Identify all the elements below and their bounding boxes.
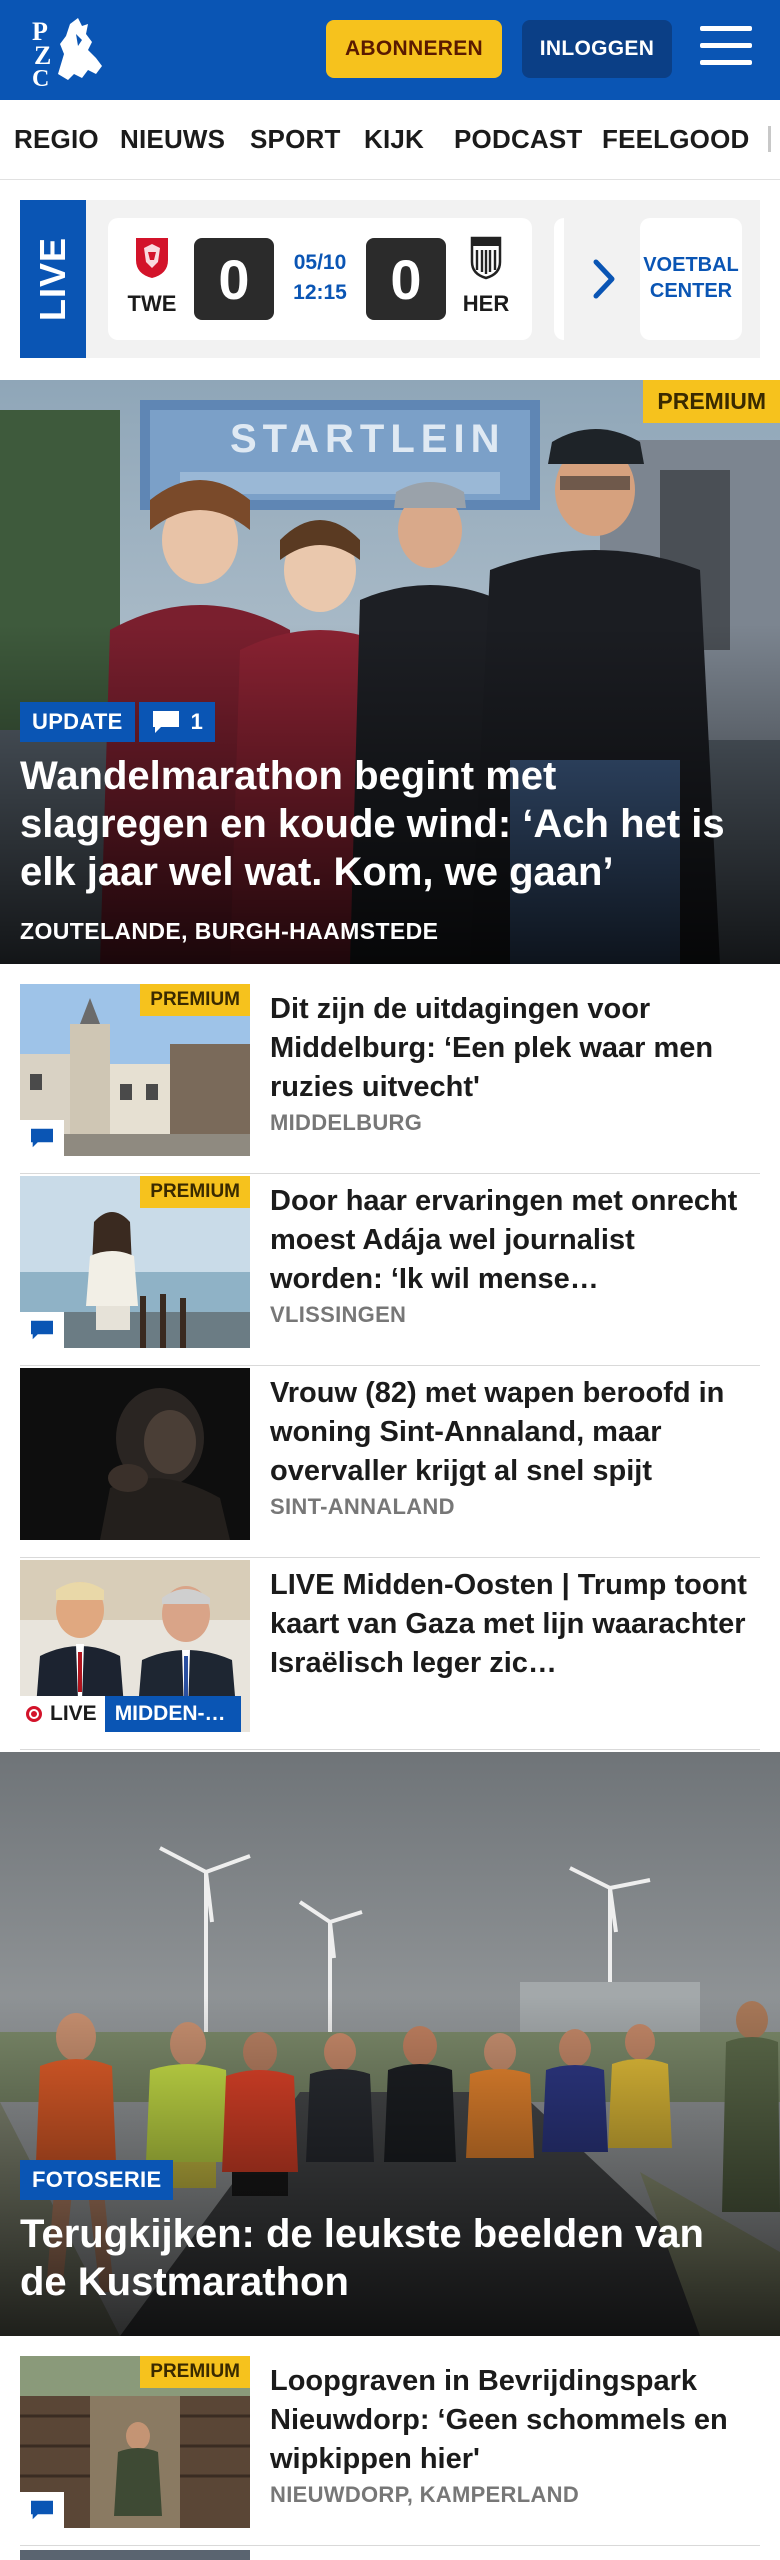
match-datetime: 05/10 12:15 — [280, 248, 360, 308]
article-location: VLISSINGEN — [270, 1302, 407, 1327]
article-location: MIDDELBURG — [270, 1110, 423, 1135]
article-thumbnail: PREMIUM — [20, 984, 250, 1156]
comment-icon — [152, 711, 179, 733]
hero-location: ZOUTELANDE, BURGH-HAAMSTEDE — [20, 918, 439, 944]
premium-badge: PREMIUM — [140, 984, 250, 1016]
voetbal-center-line2: CENTER — [649, 280, 733, 302]
article-title[interactable]: Door haar ervaringen met onrecht moest A… — [270, 1182, 750, 1299]
hero-article[interactable]: STARTLEIN PREMIUM UPDATE 1 Wandelmaratho… — [0, 380, 780, 964]
hero-title[interactable]: Terugkijken: de leukste beelden van de K… — [20, 2210, 740, 2306]
live-indicator: LIVE — [20, 1696, 105, 1732]
article-thumbnail — [20, 1368, 250, 1540]
premium-badge: PREMIUM — [140, 2356, 250, 2388]
nav-item-podcast[interactable]: PODCAST — [454, 124, 583, 155]
comment-count: 1 — [190, 709, 204, 734]
live-label: LIVE — [20, 200, 86, 358]
match-time: 12:15 — [293, 281, 347, 304]
live-badge: LIVE MIDDEN-… — [20, 1696, 241, 1732]
photoseries-tag: FOTOSERIE — [20, 2160, 174, 2200]
live-indicator-label: LIVE — [50, 1702, 97, 1725]
away-score: 0 — [366, 238, 446, 320]
premium-badge: PREMIUM — [643, 380, 780, 423]
svg-text:STARTLEIN: STARTLEIN — [230, 417, 505, 461]
article-location: SINT-ANNALAND — [270, 1494, 455, 1519]
robbery-photo — [20, 1368, 250, 1540]
twente-crest-icon — [136, 238, 168, 278]
nav-item-feelgood[interactable]: FEELGOOD — [602, 124, 750, 155]
subscribe-button[interactable]: ABONNEREN — [326, 20, 502, 78]
home-team: TWE — [122, 234, 182, 317]
nav-item-sport[interactable]: SPORT — [250, 124, 341, 155]
heracles-crest-icon — [470, 236, 502, 280]
list-item[interactable]: PREMIUM Loopgraven in Bevrijdingspark Ni… — [20, 2356, 760, 2546]
nav-item-nieuws[interactable]: NIEUWS — [120, 124, 225, 155]
list-item[interactable]: PREMIUM Door haar ervaringen met onrecht… — [20, 1176, 760, 1366]
hero-article-photoseries[interactable]: FOTOSERIE Terugkijken: de leukste beelde… — [0, 1752, 780, 2336]
article-title[interactable]: Dit zijn de uitdagingen voor Middelburg:… — [270, 990, 750, 1107]
match-card[interactable]: TWE 0 05/10 12:15 0 HER — [108, 218, 532, 340]
svg-text:C: C — [32, 66, 49, 86]
live-scores-bar: LIVE TWE 0 05/10 12:15 0 HER VOETBAL CEN… — [20, 200, 760, 358]
article-thumbnail: PREMIUM — [20, 2356, 250, 2528]
site-header: P Z C ABONNEREN INLOGGEN — [0, 0, 780, 100]
away-team: HER — [456, 234, 516, 317]
category-tag: MIDDEN-… — [104, 1696, 241, 1732]
update-tag: UPDATE — [20, 702, 135, 742]
list-item[interactable]: LIVE MIDDEN-… LIVE Midden-Oosten | Trump… — [20, 1560, 760, 1750]
article-title[interactable]: LIVE Midden-Oosten | Trump toont kaart v… — [270, 1566, 750, 1683]
list-item[interactable]: PREMIUM Dit zijn de uitdagingen voor Mid… — [20, 984, 760, 1174]
article-thumbnail: PREMIUM — [20, 1176, 250, 1348]
article-title[interactable]: Loopgraven in Bevrijdingspark Nieuwdorp:… — [270, 2362, 750, 2479]
comment-icon — [31, 2500, 53, 2520]
article-thumbnail: LIVE MIDDEN-… — [20, 1560, 250, 1732]
live-dot-icon — [26, 1706, 42, 1722]
section-nav: REGIO NIEUWS SPORT KIJK PODCAST FEELGOOD — [0, 100, 780, 180]
premium-badge: PREMIUM — [140, 1176, 250, 1208]
comment-icon — [31, 1128, 53, 1148]
chevron-right-icon[interactable] — [588, 256, 620, 302]
next-match-card-edge[interactable] — [554, 218, 564, 340]
article-location: NIEUWDORP, KAMPERLAND — [270, 2482, 580, 2507]
nav-item-kijk[interactable]: KIJK — [364, 124, 424, 155]
match-date: 05/10 — [293, 251, 347, 274]
comment-badge[interactable] — [20, 1120, 64, 1156]
comment-badge[interactable] — [20, 1312, 64, 1348]
hamburger-menu-icon[interactable] — [700, 26, 752, 70]
comment-count-tag[interactable]: 1 — [138, 702, 216, 742]
voetbal-center-link[interactable]: VOETBAL CENTER — [640, 218, 742, 340]
hero-title[interactable]: Wandelmarathon begint met slagregen en k… — [20, 752, 740, 896]
nav-item-regio[interactable]: REGIO — [14, 124, 99, 155]
pzc-logo[interactable]: P Z C — [30, 14, 112, 86]
next-article-thumbnail — [20, 2550, 250, 2560]
comment-icon — [31, 1320, 53, 1340]
hero-tags: UPDATE 1 — [20, 702, 216, 742]
comment-badge[interactable] — [20, 2492, 64, 2528]
list-item[interactable]: Vrouw (82) met wapen beroofd in woning S… — [20, 1368, 760, 1558]
login-button[interactable]: INLOGGEN — [522, 20, 672, 78]
nav-overflow-indicator — [768, 126, 771, 152]
home-team-abbr: TWE — [127, 291, 177, 316]
article-title[interactable]: Vrouw (82) met wapen beroofd in woning S… — [270, 1374, 750, 1491]
home-score: 0 — [194, 238, 274, 320]
away-team-abbr: HER — [462, 291, 510, 316]
voetbal-center-line1: VOETBAL — [643, 254, 739, 276]
